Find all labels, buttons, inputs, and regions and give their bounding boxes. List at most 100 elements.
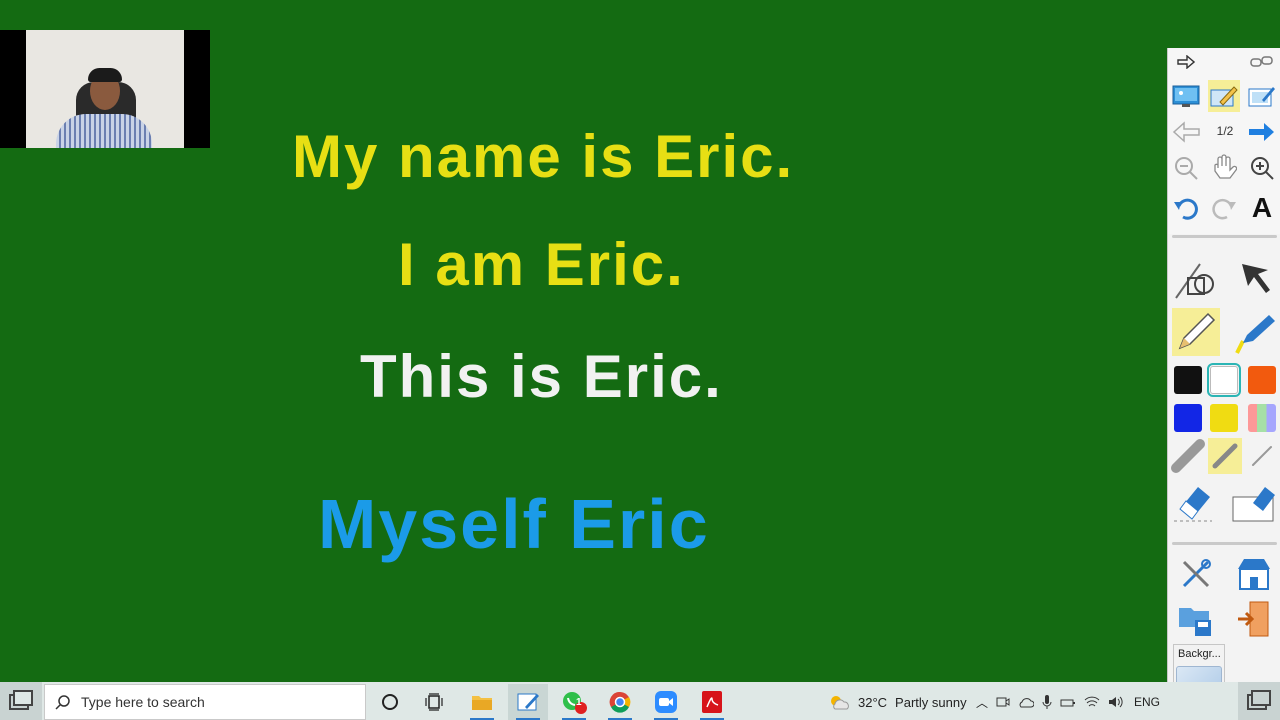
color-palette-button[interactable]: [1248, 404, 1276, 432]
shapes-tool-button[interactable]: [1170, 258, 1218, 306]
whiteboard-icon: [1248, 87, 1275, 107]
color-swatch-white[interactable]: [1207, 363, 1241, 397]
slide-line-2: I am Eric.: [398, 231, 685, 298]
arrow-left-icon: [1172, 121, 1200, 143]
whatsapp-icon: [563, 692, 587, 714]
shapes-icon: [1175, 263, 1214, 299]
chevron-up-icon[interactable]: ︿: [976, 694, 988, 711]
pdf-icon: [702, 691, 722, 713]
save-button[interactable]: [1174, 598, 1218, 640]
link-toolbar-button[interactable]: [1246, 48, 1278, 76]
toolbar-separator: [1172, 235, 1277, 238]
annotate-mode-button[interactable]: [1208, 80, 1240, 112]
hand-icon: [1214, 154, 1237, 179]
presenter-hair: [88, 68, 122, 82]
page-indicator: 1/2: [1216, 124, 1234, 138]
volume-icon[interactable]: [1108, 695, 1124, 709]
collapse-toolbar-button[interactable]: [1170, 48, 1202, 76]
task-view-button[interactable]: [414, 684, 454, 720]
text-tool-button[interactable]: A: [1246, 192, 1278, 224]
zoom-taskbar[interactable]: [646, 684, 686, 720]
cortana-button[interactable]: [370, 684, 410, 720]
arrow-right-icon: [1177, 55, 1195, 69]
pointer-arrow-icon: [1242, 264, 1270, 293]
whiteboard-app-taskbar[interactable]: [508, 684, 548, 720]
desktop-mode-button[interactable]: [1170, 80, 1202, 112]
zoom-out-button[interactable]: [1170, 152, 1202, 184]
meet-now-icon[interactable]: [996, 695, 1010, 709]
highlighter-tool-button[interactable]: [1232, 310, 1278, 356]
presenter-body: [56, 114, 152, 148]
task-view-start-button[interactable]: [0, 682, 42, 720]
thin-stroke-button[interactable]: [1246, 438, 1278, 474]
search-placeholder: Type here to search: [81, 694, 205, 710]
store-button[interactable]: [1232, 554, 1276, 594]
wifi-icon[interactable]: [1084, 695, 1100, 709]
weather-temperature: 32°C: [858, 694, 888, 710]
chrome-taskbar[interactable]: [600, 684, 640, 720]
highlighter-icon: [1235, 315, 1275, 354]
webcam-overlay: [0, 30, 210, 148]
medium-stroke-icon: [1212, 443, 1238, 469]
annotate-icon: [1210, 86, 1238, 107]
language-indicator[interactable]: ENG: [1134, 695, 1160, 709]
next-page-button[interactable]: [1246, 116, 1278, 148]
slide-line-1: My name is Eric.: [292, 123, 795, 190]
select-tool-button[interactable]: [1234, 258, 1278, 298]
toolbar-separator: [1172, 542, 1277, 545]
pen-app-icon: [517, 693, 539, 711]
whatsapp-taskbar[interactable]: 1: [554, 684, 594, 720]
save-icon: [1179, 608, 1211, 636]
windows-stack-icon: [9, 690, 33, 710]
pencil-icon: [1178, 312, 1216, 350]
weather-description: Partly sunny: [895, 694, 967, 710]
exit-button[interactable]: [1232, 598, 1276, 640]
zoom-out-icon: [1175, 157, 1198, 180]
whiteboard-toolbar: 1/2 A: [1167, 48, 1280, 682]
thin-stroke-icon: [1252, 446, 1272, 466]
pen-tool-button[interactable]: [1172, 308, 1220, 356]
webcam-video: [26, 30, 184, 148]
previous-page-button[interactable]: [1170, 116, 1202, 148]
slide-line-3: This is Eric.: [360, 343, 723, 410]
task-view-icon: [425, 693, 443, 711]
color-swatch-orange[interactable]: [1248, 366, 1276, 394]
store-icon: [1238, 559, 1270, 590]
tools-button[interactable]: [1174, 554, 1218, 594]
arrow-right-blue-icon: [1249, 123, 1274, 141]
medium-stroke-button[interactable]: [1208, 438, 1242, 474]
acrobat-taskbar[interactable]: [692, 684, 732, 720]
color-swatch-blue[interactable]: [1174, 404, 1202, 432]
clear-page-button[interactable]: [1230, 478, 1278, 524]
eraser-button[interactable]: [1170, 478, 1218, 524]
redo-icon: [1212, 198, 1236, 220]
partly-sunny-icon: [831, 696, 849, 710]
weather-widget[interactable]: 32°C Partly sunny: [828, 684, 967, 720]
file-explorer-taskbar[interactable]: [462, 684, 502, 720]
exit-door-icon: [1238, 601, 1269, 637]
redo-button[interactable]: [1208, 192, 1240, 224]
search-icon: [55, 695, 70, 710]
zoom-in-button[interactable]: [1246, 152, 1278, 184]
undo-button[interactable]: [1170, 192, 1202, 224]
onedrive-cloud-icon[interactable]: [1018, 696, 1035, 708]
desktop-stack-icon: [1247, 690, 1271, 710]
zoom-in-icon: [1251, 157, 1274, 180]
thick-stroke-button[interactable]: [1170, 438, 1206, 474]
eraser-icon: [1174, 487, 1212, 522]
cortana-circle-icon: [382, 694, 398, 710]
folder-icon: [472, 696, 492, 710]
color-swatch-black[interactable]: [1174, 366, 1202, 394]
chrome-icon: [609, 691, 631, 713]
pan-button[interactable]: [1208, 152, 1240, 184]
system-tray: ︿ ENG: [976, 684, 1160, 720]
desktop-icon: [1172, 85, 1200, 107]
whatsapp-badge: 1: [576, 697, 582, 708]
microphone-icon[interactable]: [1042, 694, 1052, 710]
taskbar-search-box[interactable]: Type here to search: [44, 684, 366, 720]
link-icon: [1250, 56, 1273, 67]
power-plug-icon[interactable]: [1060, 695, 1076, 709]
color-swatch-yellow[interactable]: [1210, 404, 1238, 432]
whiteboard-mode-button[interactable]: [1246, 80, 1278, 112]
taskbar-right-button[interactable]: [1238, 682, 1280, 720]
